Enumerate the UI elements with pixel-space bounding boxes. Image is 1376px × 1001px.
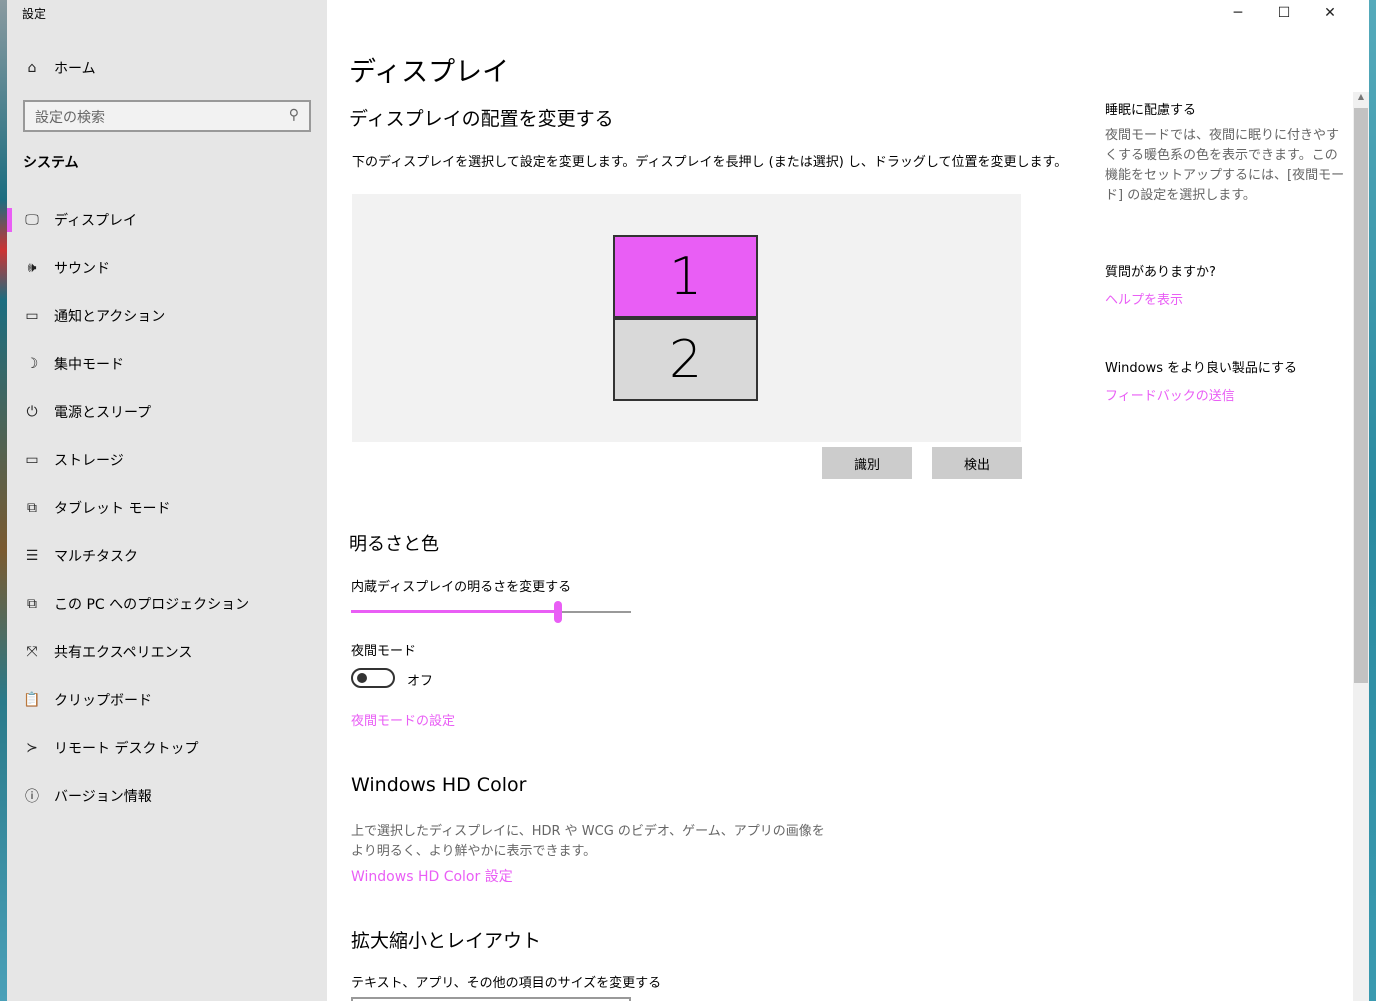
section-title: システム: [23, 155, 79, 171]
nav-icon: 📋: [23, 692, 41, 708]
night-mode-state: オフ: [407, 674, 434, 689]
sidebar-item[interactable]: ⤧ 共有エクスペリエンス: [7, 628, 327, 676]
nav-icon: ⧉: [27, 596, 37, 612]
brightness-slider[interactable]: [351, 600, 631, 624]
sidebar-item-label: ストレージ: [54, 453, 124, 469]
sidebar-item-label: 通知とアクション: [54, 309, 166, 325]
sleep-title: 睡眠に配慮する: [1105, 103, 1197, 118]
sidebar-item-label: ディスプレイ: [54, 213, 138, 229]
sidebar-item-label: サウンド: [54, 261, 110, 277]
search-input[interactable]: 設定の検索 ⚲: [23, 100, 311, 132]
sidebar-item[interactable]: ⏻ 電源とスリープ: [7, 388, 327, 436]
detect-button[interactable]: 検出: [932, 447, 1022, 479]
identify-button[interactable]: 識別: [822, 447, 912, 479]
hd-color-desc-1: 上で選択したディスプレイに、HDR や WCG のビデオ、ゲーム、アプリの画像を: [351, 824, 825, 839]
hd-color-link[interactable]: Windows HD Color 設定: [351, 866, 513, 886]
sidebar: 設定 ⌂ ホーム 設定の検索 ⚲ システム 🖵 ディスプレイ 🕪 サウンド ▭ 通知とアクショ…: [7, 0, 327, 1001]
sidebar-item[interactable]: ≻ リモート デスクトップ: [7, 724, 327, 772]
sidebar-item[interactable]: ⧉ タブレット モード: [7, 484, 327, 532]
sidebar-item-label: クリップボード: [54, 693, 152, 709]
brightness-label: 内蔵ディスプレイの明るさを変更する: [351, 580, 572, 595]
sidebar-item[interactable]: 🖵 ディスプレイ: [7, 196, 327, 244]
home-label: ホーム: [54, 61, 96, 77]
nav-icon: ⧉: [27, 500, 37, 516]
nav-icon: ▭: [25, 452, 39, 468]
nav-icon: ⏻: [26, 404, 38, 420]
scrollbar[interactable]: ▲: [1353, 92, 1369, 1001]
sidebar-item[interactable]: ☽ 集中モード: [7, 340, 327, 388]
night-mode-label: 夜間モード: [351, 644, 417, 659]
nav-icon: 🕪: [27, 260, 37, 276]
feedback-link[interactable]: フィードバックの送信: [1105, 385, 1235, 404]
desktop-background: [0, 0, 7, 1001]
arrange-description: 下のディスプレイを選択して設定を変更します。ディスプレイを長押し (または選択)…: [352, 155, 1068, 170]
sidebar-home[interactable]: ⌂ ホーム: [22, 58, 96, 78]
window-title: 設定: [22, 7, 47, 21]
hd-color-heading: Windows HD Color: [351, 774, 527, 796]
scroll-up-icon[interactable]: ▲: [1353, 92, 1369, 108]
search-icon: ⚲: [288, 107, 299, 123]
nav-icon: 🖵: [25, 212, 39, 228]
nav-icon: ≻: [26, 740, 38, 756]
nav-icon: ▭: [25, 308, 39, 324]
scale-label: テキスト、アプリ、その他の項目のサイズを変更する: [351, 976, 662, 991]
display-arrangement: 1 2: [352, 194, 1021, 442]
home-icon: ⌂: [27, 60, 37, 76]
sidebar-item[interactable]: 🕪 サウンド: [7, 244, 327, 292]
sidebar-item-label: バージョン情報: [54, 789, 152, 805]
sidebar-item[interactable]: 📋 クリップボード: [7, 676, 327, 724]
help-link[interactable]: ヘルプを表示: [1105, 289, 1183, 308]
hd-color-desc-2: より明るく、より鮮やかに表示できます。: [351, 844, 597, 859]
search-placeholder: 設定の検索: [35, 110, 105, 126]
sidebar-item-label: 電源とスリープ: [54, 405, 152, 421]
sidebar-item-label: この PC へのプロジェクション: [54, 597, 250, 613]
brightness-heading: 明るさと色: [349, 534, 439, 555]
nav-icon: ⤧: [26, 644, 38, 660]
scrollbar-thumb[interactable]: [1354, 108, 1368, 683]
sidebar-item-label: リモート デスクトップ: [54, 741, 199, 757]
maximize-button[interactable]: ☐: [1261, 0, 1307, 26]
nav-icon: ⓘ: [25, 789, 39, 805]
sidebar-item[interactable]: ⧉ この PC へのプロジェクション: [7, 580, 327, 628]
desktop-background-right: [1369, 0, 1376, 1001]
close-button[interactable]: ✕: [1307, 0, 1353, 26]
minimize-button[interactable]: ─: [1215, 0, 1261, 26]
sidebar-item[interactable]: ▭ 通知とアクション: [7, 292, 327, 340]
window-controls: ─ ☐ ✕: [1215, 0, 1353, 26]
night-mode-toggle[interactable]: [351, 668, 395, 688]
nav-icon: ☰: [25, 548, 39, 564]
page-title: ディスプレイ: [349, 57, 510, 88]
feedback-title: Windows をより良い製品にする: [1105, 361, 1298, 376]
arrange-heading: ディスプレイの配置を変更する: [349, 108, 614, 130]
monitor-2[interactable]: 2: [613, 318, 758, 401]
scale-dropdown[interactable]: [351, 997, 631, 1001]
sidebar-item[interactable]: ☰ マルチタスク: [7, 532, 327, 580]
sidebar-item-label: 集中モード: [54, 357, 124, 373]
sidebar-item-label: 共有エクスペリエンス: [54, 645, 193, 661]
main-content: ─ ☐ ✕ ディスプレイ ディスプレイの配置を変更する 下のディスプレイを選択し…: [327, 0, 1353, 1001]
sleep-description: 夜間モードでは、夜間に眠りに付きやすくする暖色系の色を表示できます。この機能をセ…: [1105, 128, 1345, 203]
nav-icon: ☽: [25, 356, 39, 372]
sidebar-item[interactable]: ⓘ バージョン情報: [7, 772, 327, 820]
sidebar-item[interactable]: ▭ ストレージ: [7, 436, 327, 484]
sidebar-item-label: タブレット モード: [54, 501, 171, 517]
sidebar-nav: 🖵 ディスプレイ 🕪 サウンド ▭ 通知とアクション ☽ 集中モード ⏻ 電源とスリープ ▭ ストレー…: [7, 196, 327, 820]
question-title: 質問がありますか?: [1105, 265, 1216, 280]
monitor-1[interactable]: 1: [613, 235, 758, 318]
night-mode-settings-link[interactable]: 夜間モードの設定: [351, 710, 455, 729]
slider-thumb[interactable]: [554, 601, 563, 623]
sidebar-item-label: マルチタスク: [54, 549, 138, 565]
scale-heading: 拡大縮小とレイアウト: [351, 930, 542, 952]
